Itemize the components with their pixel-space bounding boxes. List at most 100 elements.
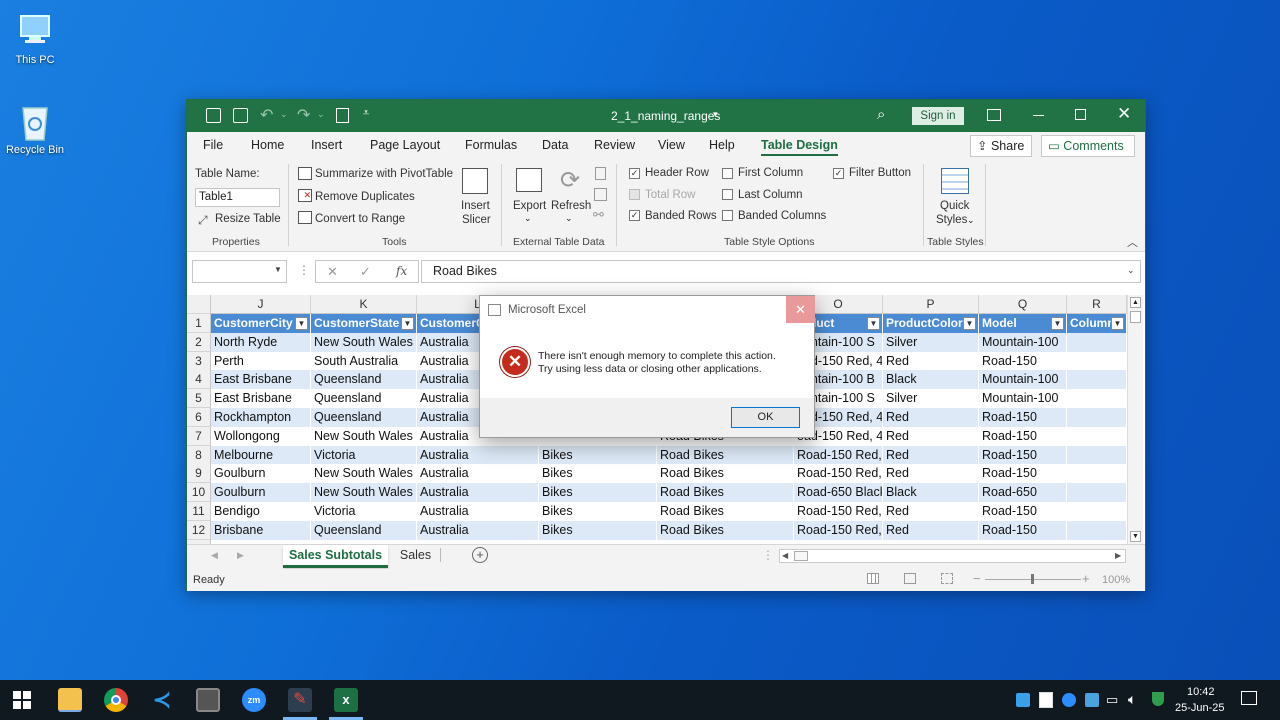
table-cell[interactable]: Bikes — [539, 445, 657, 465]
table-cell[interactable]: Red — [883, 520, 979, 540]
volume-icon[interactable]: 🔈︎ — [1128, 691, 1136, 708]
table-cell[interactable]: Road Bikes — [657, 464, 794, 484]
table-cell[interactable]: Queensland — [311, 408, 417, 427]
sheet-tab-sales-subtotals[interactable]: Sales Subtotals — [283, 545, 388, 568]
vertical-scroll-thumb[interactable] — [1130, 311, 1141, 323]
table-cell[interactable] — [1067, 389, 1127, 409]
prev-sheet-icon[interactable]: ◀ — [211, 550, 218, 561]
banded-columns-checkbox[interactable] — [722, 210, 733, 221]
table-cell[interactable]: Red — [883, 464, 979, 484]
table-cell[interactable]: Rockhampton — [211, 408, 311, 427]
table-cell[interactable] — [1067, 502, 1127, 521]
table-cell[interactable] — [1067, 520, 1127, 540]
table-cell[interactable]: Black — [883, 483, 979, 503]
tab-page-layout[interactable]: Page Layout — [370, 138, 440, 152]
title-dropdown-icon[interactable]: ▾ — [713, 109, 718, 120]
column-header-J[interactable]: J — [211, 295, 311, 314]
row-header[interactable]: 9 — [187, 464, 211, 484]
table-header-cell[interactable]: CustomerCity ▼ — [211, 314, 311, 333]
maximize-button[interactable] — [1075, 109, 1086, 120]
calculator-icon[interactable] — [196, 688, 220, 712]
column-header-Q[interactable]: Q — [979, 295, 1067, 314]
table-cell[interactable] — [1067, 370, 1127, 390]
redo-dropdown-icon[interactable]: ⌄ — [317, 109, 325, 120]
paint-app-icon[interactable]: ✎ — [288, 688, 312, 712]
filter-dropdown-icon[interactable]: ▼ — [1111, 317, 1124, 330]
this-pc-desktop-icon[interactable]: This PC — [0, 10, 70, 66]
export-dropdown-icon[interactable]: ⌄ — [524, 213, 532, 224]
zoom-slider-thumb[interactable] — [1031, 574, 1034, 584]
export-icon[interactable] — [516, 168, 542, 192]
tab-formulas[interactable]: Formulas — [465, 138, 517, 152]
table-cell[interactable]: East Brisbane — [211, 370, 311, 390]
search-icon[interactable]: ⌕ — [877, 106, 885, 123]
insert-slicer-label-2[interactable]: Slicer — [462, 214, 491, 226]
table-cell[interactable]: Red — [883, 426, 979, 446]
table-cell[interactable] — [1067, 445, 1127, 465]
close-button[interactable]: ✕ — [1117, 104, 1131, 124]
row-header[interactable]: 6 — [187, 408, 211, 427]
table-header-cell[interactable]: ProductColor ▼ — [883, 314, 979, 333]
row-header[interactable]: 11 — [187, 502, 211, 521]
page-layout-view-icon[interactable] — [904, 573, 916, 584]
share-button[interactable]: ⇪ Share — [970, 135, 1032, 157]
refresh-button[interactable]: Refresh — [551, 200, 591, 212]
expand-formula-bar-icon[interactable]: ⌄ — [1127, 265, 1135, 276]
table-cell[interactable]: Perth — [211, 351, 311, 371]
table-cell[interactable]: Bikes — [539, 520, 657, 540]
table-cell[interactable]: Goulburn — [211, 464, 311, 484]
normal-view-icon[interactable] — [867, 573, 879, 584]
table-cell[interactable]: Australia — [417, 483, 539, 503]
table-cell[interactable]: New South Wales — [311, 464, 417, 484]
dialog-close-button[interactable]: ✕ — [786, 296, 815, 323]
table-cell[interactable]: Road-150 — [979, 520, 1067, 540]
table-cell[interactable]: Queensland — [311, 370, 417, 390]
table-cell[interactable]: Bikes — [539, 502, 657, 521]
export-button[interactable]: Export — [513, 200, 546, 212]
table-cell[interactable]: Red — [883, 445, 979, 465]
undo-icon[interactable]: ↶ — [260, 105, 273, 125]
table-header-cell[interactable]: CustomerState ▼ — [311, 314, 417, 333]
zoom-icon[interactable]: zm — [242, 688, 266, 712]
table-cell[interactable]: Road Bikes — [657, 483, 794, 503]
quick-styles-dropdown-icon[interactable]: ⌄ — [967, 215, 975, 226]
table-cell[interactable]: Road Bikes — [657, 445, 794, 465]
row-header[interactable]: 5 — [187, 389, 211, 409]
autosave-icon[interactable] — [233, 108, 248, 123]
more-options-icon[interactable]: ⋮ — [298, 263, 310, 277]
refresh-dropdown-icon[interactable]: ⌄ — [565, 213, 573, 224]
table-cell[interactable]: Australia — [417, 464, 539, 484]
tray-drive-icon[interactable] — [1016, 693, 1030, 707]
table-cell[interactable]: Road-150 — [979, 426, 1067, 446]
tray-acrobat-icon[interactable] — [1039, 692, 1053, 708]
table-cell[interactable]: Bikes — [539, 483, 657, 503]
table-cell[interactable]: Road Bikes — [657, 520, 794, 540]
table-cell[interactable]: Road-150 Red, 4 — [794, 464, 883, 484]
table-cell[interactable]: Bikes — [539, 464, 657, 484]
confirm-entry-icon[interactable]: ✓ — [360, 264, 371, 280]
ribbon-display-options-icon[interactable] — [987, 109, 1001, 121]
unlink-icon[interactable]: ⚯ — [593, 207, 604, 223]
table-cell[interactable]: Road-650 Black — [794, 483, 883, 503]
table-cell[interactable]: Red — [883, 502, 979, 521]
vscode-icon[interactable]: ≺ — [150, 688, 174, 712]
sign-in-button[interactable]: Sign in — [912, 107, 964, 125]
undo-dropdown-icon[interactable]: ⌄ — [280, 109, 288, 120]
insert-slicer-label-1[interactable]: Insert — [461, 200, 490, 212]
table-cell[interactable] — [1067, 408, 1127, 427]
redo-icon[interactable]: ↷ — [297, 105, 310, 125]
table-cell[interactable]: Melbourne — [211, 445, 311, 465]
column-header-K[interactable]: K — [311, 295, 417, 314]
comments-button[interactable]: ▭ Comments — [1041, 135, 1135, 157]
clock-date[interactable]: 25-Jun-25 — [1175, 702, 1225, 714]
filter-dropdown-icon[interactable]: ▼ — [867, 317, 880, 330]
table-cell[interactable]: Road-150 — [979, 502, 1067, 521]
zoom-in-icon[interactable]: + — [1082, 571, 1090, 586]
filter-dropdown-icon[interactable]: ▼ — [1051, 317, 1064, 330]
table-cell[interactable]: Australia — [417, 445, 539, 465]
name-box[interactable] — [192, 260, 287, 283]
table-cell[interactable] — [1067, 332, 1127, 352]
table-cell[interactable] — [1067, 426, 1127, 446]
table-cell[interactable]: Red — [883, 351, 979, 371]
document-title[interactable]: 2_1_naming_ranges — [611, 109, 720, 123]
